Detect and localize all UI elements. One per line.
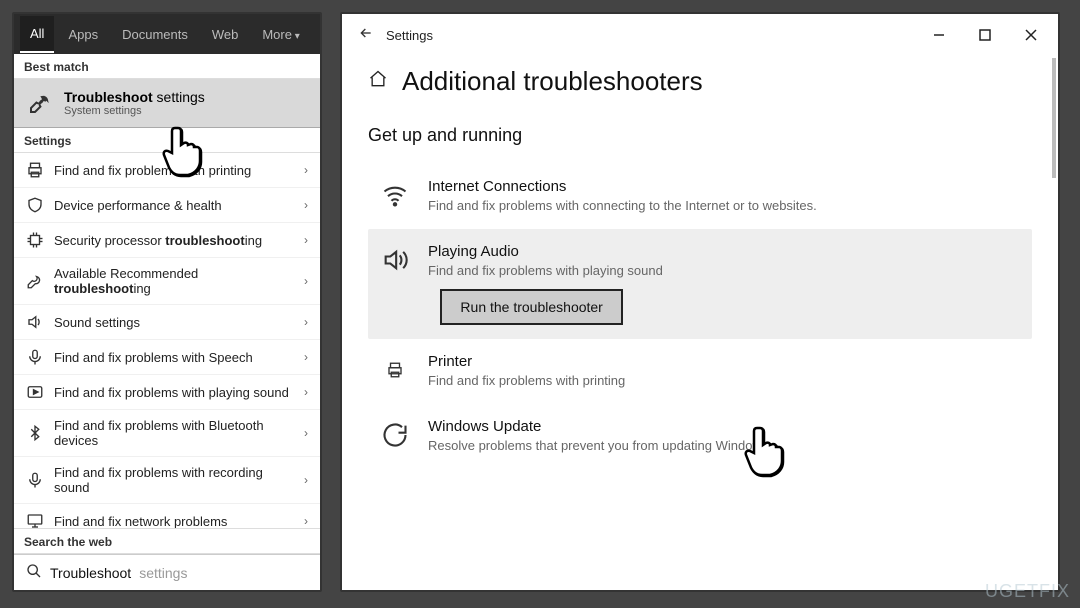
search-result-text: Security processor troubleshooting bbox=[54, 233, 262, 248]
chevron-right-icon: › bbox=[304, 385, 308, 399]
best-match-title: Troubleshoot settings bbox=[64, 89, 205, 105]
speaker-icon bbox=[378, 243, 412, 277]
search-tab-web[interactable]: Web bbox=[202, 17, 249, 52]
network-icon bbox=[26, 512, 44, 528]
search-result-item[interactable]: Find and fix problems with playing sound… bbox=[14, 375, 320, 410]
search-result-text: Find and fix problems with Speech bbox=[54, 350, 253, 365]
search-result-item[interactable]: Find and fix problems with recording sou… bbox=[14, 457, 320, 504]
search-result-text: Find and fix problems with playing sound bbox=[54, 385, 289, 400]
chevron-right-icon: › bbox=[304, 315, 308, 329]
search-tab-documents[interactable]: Documents bbox=[112, 17, 198, 52]
chevron-right-icon: › bbox=[304, 350, 308, 364]
page-header: Additional troubleshooters bbox=[342, 56, 1058, 115]
search-tab-apps[interactable]: Apps bbox=[58, 17, 108, 52]
troubleshooter-desc: Find and fix problems with printing bbox=[428, 372, 625, 390]
chevron-right-icon: › bbox=[304, 198, 308, 212]
search-result-text: Find and fix problems with Bluetooth dev… bbox=[54, 418, 294, 448]
troubleshooter-item[interactable]: Playing Audio Find and fix problems with… bbox=[368, 229, 1032, 340]
search-query-hint: settings bbox=[139, 565, 187, 581]
best-match-item[interactable]: Troubleshoot settings System settings bbox=[14, 79, 320, 128]
titlebar: Settings bbox=[342, 14, 1058, 56]
best-match-label: Best match bbox=[14, 54, 320, 79]
close-button[interactable] bbox=[1008, 19, 1054, 51]
troubleshooter-desc: Find and fix problems with playing sound bbox=[428, 262, 663, 280]
wrench-icon bbox=[26, 89, 54, 117]
window-title: Settings bbox=[386, 28, 433, 43]
troubleshooter-desc: Find and fix problems with connecting to… bbox=[428, 197, 817, 215]
wrench-icon bbox=[26, 272, 44, 290]
search-result-item[interactable]: Find and fix problems with Speech › bbox=[14, 340, 320, 375]
maximize-button[interactable] bbox=[962, 19, 1008, 51]
search-tabs: All Apps Documents Web More bbox=[14, 14, 320, 54]
run-troubleshooter-button[interactable]: Run the troubleshooter bbox=[440, 289, 622, 325]
search-web-label: Search the web bbox=[14, 528, 320, 554]
search-results-list: Find and fix problems with printing › De… bbox=[14, 153, 320, 528]
search-tab-all[interactable]: All bbox=[20, 16, 54, 53]
search-result-text: Find and fix problems with printing bbox=[54, 163, 251, 178]
page-title: Additional troubleshooters bbox=[402, 66, 703, 97]
search-input[interactable]: Troubleshoot settings bbox=[14, 554, 320, 590]
chip-icon bbox=[26, 231, 44, 249]
vertical-scrollbar[interactable] bbox=[1048, 58, 1056, 588]
update-icon bbox=[378, 418, 412, 452]
sound-icon bbox=[26, 313, 44, 331]
search-panel: All Apps Documents Web More Best match T… bbox=[12, 12, 322, 592]
settings-section-label: Settings bbox=[14, 128, 320, 153]
printer-icon bbox=[378, 353, 412, 387]
settings-window: Settings Additional troubleshooters Get … bbox=[340, 12, 1060, 592]
best-match-subtitle: System settings bbox=[64, 105, 205, 117]
troubleshooter-title: Printer bbox=[428, 353, 625, 370]
back-button[interactable] bbox=[346, 25, 386, 46]
shield-icon bbox=[26, 196, 44, 214]
chevron-right-icon: › bbox=[304, 163, 308, 177]
content-area: Get up and running Internet Connections … bbox=[342, 115, 1058, 590]
troubleshooter-item[interactable]: Internet Connections Find and fix proble… bbox=[368, 164, 1032, 229]
troubleshooter-title: Internet Connections bbox=[428, 178, 817, 195]
chevron-right-icon: › bbox=[304, 473, 308, 487]
scrollbar-thumb[interactable] bbox=[1052, 58, 1056, 178]
search-tab-more[interactable]: More bbox=[252, 17, 309, 52]
troubleshooter-title: Playing Audio bbox=[428, 243, 663, 260]
search-result-item[interactable]: Find and fix problems with Bluetooth dev… bbox=[14, 410, 320, 457]
search-icon bbox=[26, 563, 42, 582]
section-subheading: Get up and running bbox=[368, 125, 1032, 146]
search-result-text: Available Recommended troubleshooting bbox=[54, 266, 294, 296]
watermark: UGETFIX bbox=[985, 581, 1070, 602]
chevron-right-icon: › bbox=[304, 514, 308, 528]
search-query-typed: Troubleshoot bbox=[50, 565, 131, 581]
mic-icon bbox=[26, 348, 44, 366]
troubleshooter-item[interactable]: Printer Find and fix problems with print… bbox=[368, 339, 1032, 404]
printer-icon bbox=[26, 161, 44, 179]
search-result-text: Device performance & health bbox=[54, 198, 222, 213]
search-result-item[interactable]: Security processor troubleshooting › bbox=[14, 223, 320, 258]
troubleshooter-item[interactable]: Windows Update Resolve problems that pre… bbox=[368, 404, 1032, 469]
search-result-item[interactable]: Device performance & health › bbox=[14, 188, 320, 223]
search-result-text: Find and fix network problems bbox=[54, 514, 227, 529]
minimize-button[interactable] bbox=[916, 19, 962, 51]
search-result-item[interactable]: Sound settings › bbox=[14, 305, 320, 340]
search-result-item[interactable]: Find and fix problems with printing › bbox=[14, 153, 320, 188]
search-result-item[interactable]: Available Recommended troubleshooting › bbox=[14, 258, 320, 305]
chevron-right-icon: › bbox=[304, 426, 308, 440]
search-result-text: Find and fix problems with recording sou… bbox=[54, 465, 294, 495]
wifi-icon bbox=[378, 178, 412, 212]
search-result-item[interactable]: Find and fix network problems › bbox=[14, 504, 320, 528]
search-result-text: Sound settings bbox=[54, 315, 140, 330]
troubleshooter-desc: Resolve problems that prevent you from u… bbox=[428, 437, 772, 455]
bluetooth-icon bbox=[26, 424, 44, 442]
play-icon bbox=[26, 383, 44, 401]
home-icon[interactable] bbox=[368, 69, 388, 94]
troubleshooter-title: Windows Update bbox=[428, 418, 772, 435]
mic-icon bbox=[26, 471, 44, 489]
chevron-right-icon: › bbox=[304, 274, 308, 288]
chevron-right-icon: › bbox=[304, 233, 308, 247]
